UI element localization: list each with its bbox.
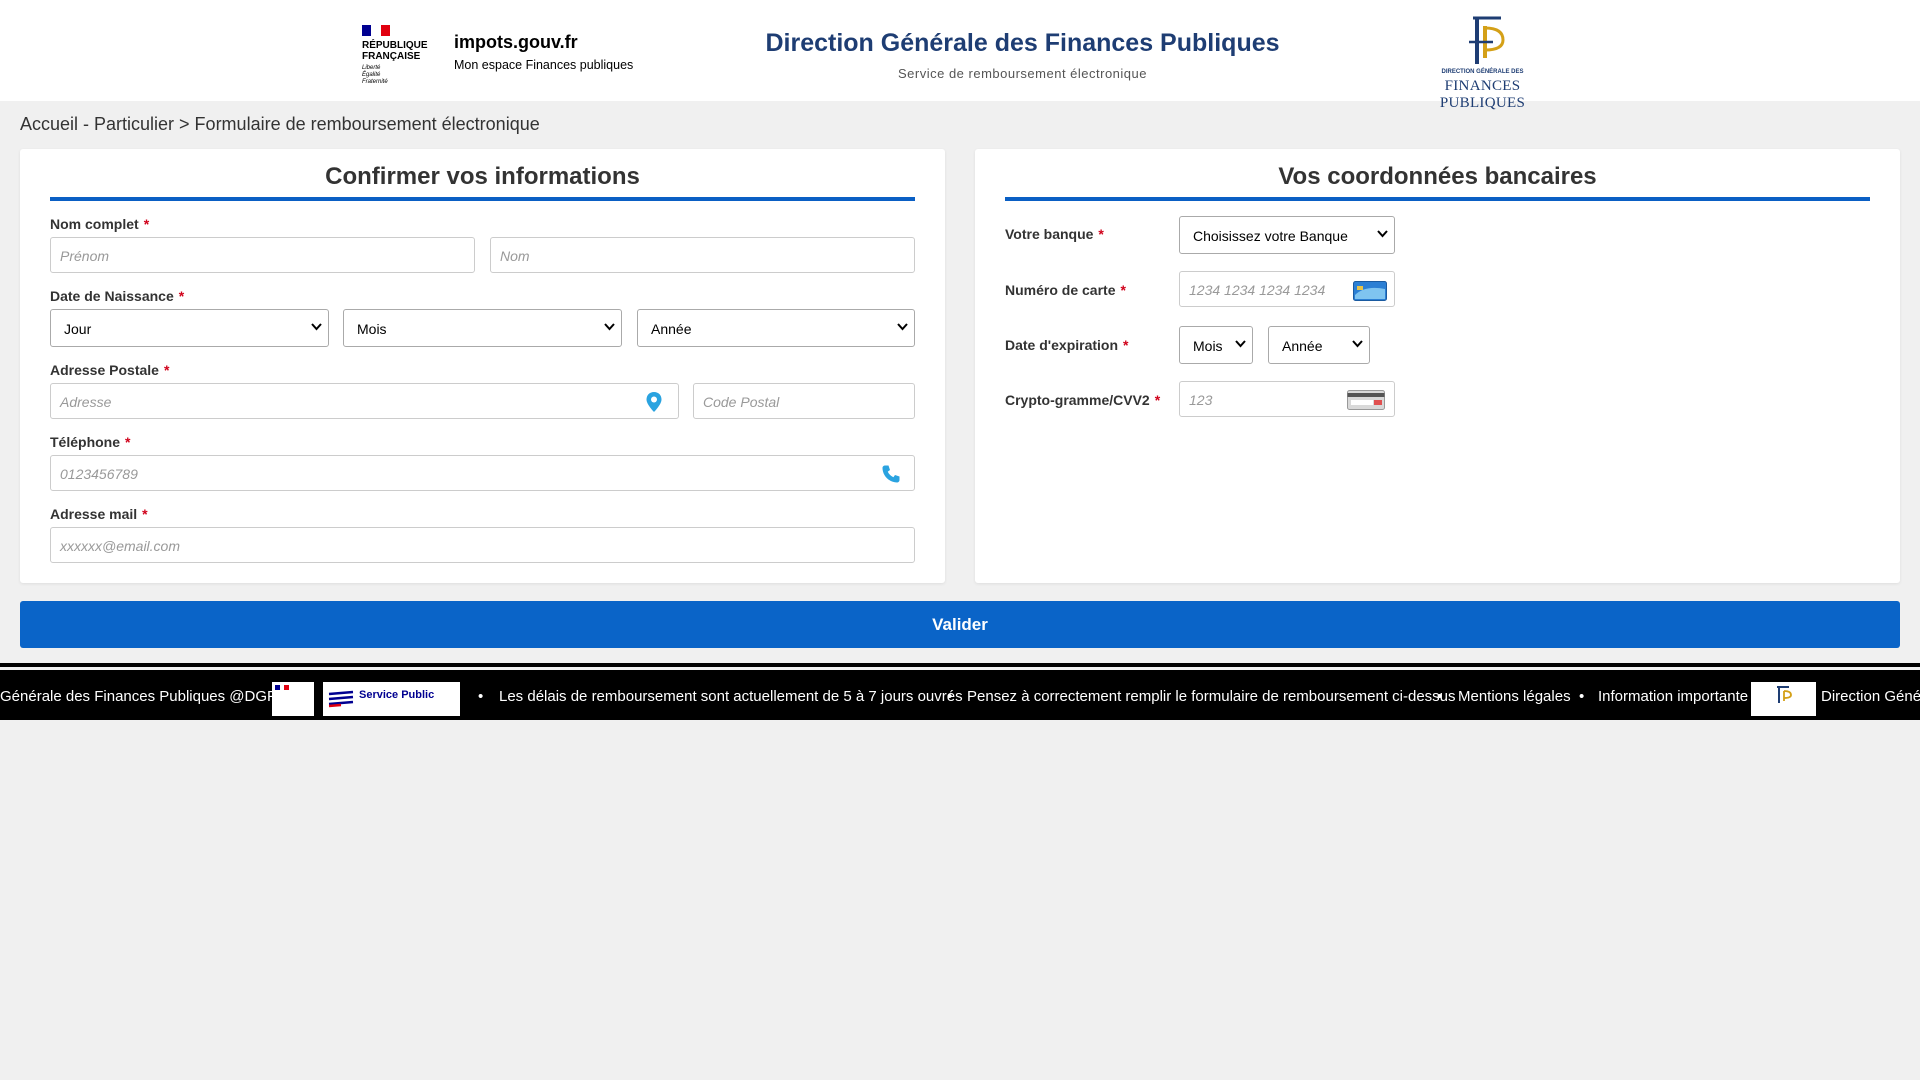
rf-logo-title: RÉPUBLIQUE FRANÇAISE [362, 40, 428, 62]
birth-day-select[interactable]: Jour [50, 309, 329, 347]
ticker-separator: • [478, 688, 484, 705]
impots-logo[interactable]: impots.gouv.fr Mon espace Finances publi… [454, 32, 633, 72]
ticker-rf-logo [272, 682, 314, 716]
dgfip-logo-big-text: FINANCES PUBLIQUES [1439, 78, 1526, 111]
ticker-info-text: Information importante : [1598, 688, 1757, 705]
chevron-down-icon [1377, 230, 1388, 238]
bank-info-title: Vos coordonnées bancaires [1005, 159, 1870, 201]
expiration-label: Date d'expiration * [1005, 337, 1129, 353]
phone-label: Téléphone * [50, 434, 131, 450]
postal-code-input[interactable]: Code Postal [693, 383, 915, 419]
footer-ticker: Générale des Finances Publiques @DGFiP S… [0, 670, 1920, 720]
service-public-icon [328, 690, 354, 708]
address-label: Adresse Postale * [50, 362, 170, 378]
page-subtitle: Service de remboursement électronique [897, 66, 1147, 81]
dgfip-emblem-icon [1469, 16, 1505, 64]
service-public-label: Service Public [359, 689, 435, 701]
site-header: RÉPUBLIQUE FRANÇAISE Liberté Égalité Fra… [0, 0, 1920, 111]
last-name-input[interactable]: Nom [490, 237, 915, 273]
email-input[interactable]: xxxxxx@email.com [50, 527, 915, 563]
dgfip-logo[interactable]: DIRECTION GÉNÉRALE DES FINANCES PUBLIQUE… [1405, 12, 1560, 111]
ticker-dgfip-logo [1751, 682, 1816, 716]
french-flag-icon [275, 685, 290, 690]
card-number-input[interactable]: 1234 1234 1234 1234 [1179, 271, 1395, 307]
chevron-down-icon [311, 323, 322, 331]
breadcrumb[interactable]: Accueil - Particulier > Formulaire de re… [20, 114, 540, 135]
birth-date-label: Date de Naissance * [50, 288, 185, 304]
cvv-input[interactable]: 123 [1179, 381, 1395, 417]
phone-icon [882, 465, 900, 483]
header-title-block: Direction Générale des Finances Publique… [700, 29, 1345, 81]
impots-domain: impots.gouv.fr [454, 32, 578, 52]
ticker-legal-link[interactable]: Mentions légales [1458, 688, 1571, 705]
service-public-logo: Service Public [323, 682, 460, 716]
bank-info-panel: Vos coordonnées bancaires Votre banque * … [975, 149, 1900, 583]
card-number-label: Numéro de carte * [1005, 282, 1126, 298]
birth-month-select[interactable]: Mois [343, 309, 622, 347]
first-name-input[interactable]: Prénom [50, 237, 475, 273]
bank-label: Votre banque * [1005, 226, 1104, 242]
cvv-label: Crypto-gramme/CVV2 * [1005, 392, 1161, 408]
ticker-trail-text: Direction Générale [1821, 688, 1920, 705]
expiration-year-select[interactable]: Année [1268, 326, 1370, 364]
rf-logo-motto: Liberté Égalité Fraternité [362, 65, 388, 85]
personal-info-title: Confirmer vos informations [50, 159, 915, 201]
address-input[interactable]: Adresse [50, 383, 679, 419]
full-name-label: Nom complet * [50, 216, 150, 232]
footer-divider [0, 663, 1920, 667]
bank-select[interactable]: Choisissez votre Banque [1179, 216, 1395, 254]
ticker-reminder-text: Pensez à correctement remplir le formula… [967, 688, 1456, 705]
expiration-month-select[interactable]: Mois [1179, 326, 1253, 364]
submit-button[interactable]: Valider [20, 601, 1900, 648]
republique-francaise-logo[interactable]: RÉPUBLIQUE FRANÇAISE Liberté Égalité Fra… [362, 25, 430, 85]
dgfip-logo-small-text: DIRECTION GÉNÉRALE DES [1441, 69, 1524, 75]
location-pin-icon [646, 392, 662, 412]
dgfip-emblem-icon [1777, 686, 1792, 703]
cvv-card-icon [1347, 390, 1385, 410]
ticker-separator: • [1579, 688, 1585, 705]
chevron-down-icon [1235, 340, 1246, 348]
credit-card-icon [1353, 281, 1387, 301]
personal-info-panel: Confirmer vos informations Nom complet * … [20, 149, 945, 583]
chevron-down-icon [1352, 340, 1363, 348]
french-flag-icon [362, 25, 390, 36]
page-title: Direction Générale des Finances Publique… [765, 29, 1280, 57]
ticker-separator: • [1437, 688, 1443, 705]
birth-year-select[interactable]: Année [637, 309, 915, 347]
email-label: Adresse mail * [50, 506, 148, 522]
chevron-down-icon [604, 323, 615, 331]
impots-subtitle: Mon espace Finances publiques [454, 58, 634, 72]
ticker-delay-text: Les délais de remboursement sont actuell… [499, 688, 963, 705]
ticker-lead-text: Générale des Finances Publiques @DGFiP [0, 688, 290, 705]
ticker-separator: • [947, 688, 953, 705]
phone-input[interactable]: 0123456789 [50, 455, 915, 491]
chevron-down-icon [897, 323, 908, 331]
